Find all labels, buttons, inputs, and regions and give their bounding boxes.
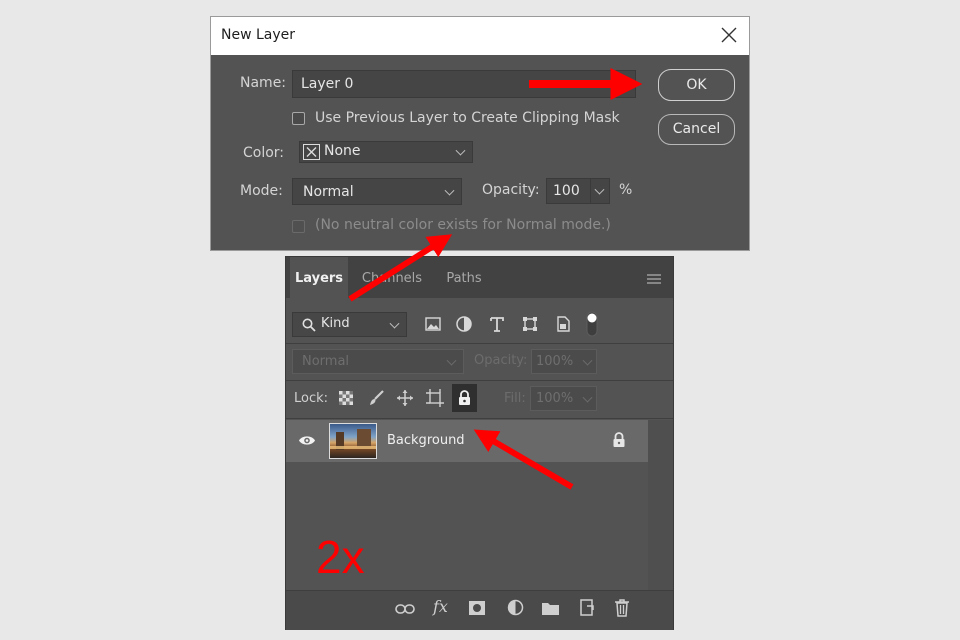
panel-tab-bar: Layers Channels Paths <box>286 257 673 298</box>
chevron-down-icon <box>389 318 400 329</box>
dialog-title: New Layer <box>221 27 296 43</box>
fill-field[interactable]: 100% <box>530 386 597 411</box>
opacity-unit: % <box>619 182 633 198</box>
panel-menu-icon[interactable] <box>646 273 662 285</box>
tab-layers-label: Layers <box>294 271 344 286</box>
fx-icon[interactable]: fx <box>433 597 448 616</box>
eye-icon[interactable] <box>298 434 316 447</box>
opacity-field-value: 100 <box>553 183 580 199</box>
layer-lock-icon <box>613 432 625 447</box>
chevron-down-icon <box>582 355 593 366</box>
folder-icon[interactable] <box>541 600 560 616</box>
lock-transparent-pixels-icon[interactable] <box>338 390 354 406</box>
lock-image-pixels-icon[interactable] <box>367 389 385 407</box>
chevron-down-icon <box>594 184 605 195</box>
close-icon[interactable] <box>717 23 741 47</box>
layer-name: Background <box>387 433 465 448</box>
shape-filter-icon[interactable] <box>521 315 539 333</box>
color-label: Color: <box>243 145 285 161</box>
tab-channels-label: Channels <box>361 271 423 286</box>
filter-kind-value: Kind <box>321 316 350 331</box>
tab-paths[interactable]: Paths <box>436 257 492 298</box>
mode-dropdown-value: Normal <box>303 184 354 200</box>
tab-channels[interactable]: Channels <box>352 257 432 298</box>
adjustment-layer-icon[interactable] <box>507 599 524 616</box>
type-filter-icon[interactable] <box>488 315 506 333</box>
chevron-down-icon <box>446 355 457 366</box>
lock-artboard-icon[interactable] <box>425 388 445 408</box>
fill-value: 100% <box>536 391 574 406</box>
filter-toggle-icon[interactable] <box>586 311 598 337</box>
lock-position-icon[interactable] <box>396 389 414 407</box>
tab-paths-label: Paths <box>446 271 482 286</box>
trash-icon[interactable] <box>614 599 630 617</box>
adjustment-filter-icon[interactable] <box>455 315 473 333</box>
lock-label: Lock: <box>294 391 329 406</box>
layers-bottom-toolbar: fx <box>286 590 673 630</box>
filter-kind-dropdown[interactable]: Kind <box>292 312 407 337</box>
add-mask-icon[interactable] <box>468 600 486 616</box>
panel-opacity-label: Opacity: <box>474 353 528 368</box>
mode-label: Mode: <box>240 183 283 199</box>
cancel-button[interactable]: Cancel <box>658 114 735 145</box>
panel-opacity-field[interactable]: 100% <box>531 349 597 374</box>
neutral-color-label: (No neutral color exists for Normal mode… <box>315 217 611 233</box>
cancel-button-label: Cancel <box>672 121 721 137</box>
search-icon <box>302 318 316 332</box>
link-layers-icon[interactable] <box>395 602 415 616</box>
ok-button-label: OK <box>686 77 707 93</box>
smart-object-filter-icon[interactable] <box>554 315 572 333</box>
new-layer-icon[interactable] <box>578 599 595 616</box>
lock-all-button[interactable] <box>452 384 477 412</box>
dialog-titlebar: New Layer <box>211 17 749 55</box>
chevron-down-icon <box>444 185 455 196</box>
fill-label: Fill: <box>504 391 526 406</box>
mode-dropdown[interactable]: Normal <box>292 178 462 205</box>
ok-button[interactable]: OK <box>658 69 735 101</box>
layer-row-background[interactable]: Background <box>286 420 648 462</box>
annotation-2x: 2x <box>316 531 365 583</box>
clipping-mask-label: Use Previous Layer to Create Clipping Ma… <box>315 110 620 126</box>
new-layer-dialog: New Layer Name: Layer 0 OK Cancel Use Pr… <box>211 17 749 250</box>
none-color-icon <box>303 144 320 160</box>
neutral-color-checkbox <box>292 220 305 233</box>
pixel-filter-icon[interactable] <box>424 315 442 333</box>
opacity-field[interactable]: 100 <box>546 178 610 204</box>
blend-mode-value: Normal <box>302 354 350 369</box>
color-dropdown[interactable]: None <box>299 141 473 163</box>
name-label: Name: <box>240 75 287 91</box>
panel-opacity-value: 100% <box>536 354 574 369</box>
chevron-down-icon <box>582 392 593 403</box>
tab-layers[interactable]: Layers <box>290 257 348 298</box>
chevron-down-icon <box>455 145 466 156</box>
color-dropdown-value: None <box>324 143 361 159</box>
lock-all-icon <box>459 390 470 405</box>
layers-scrollbar[interactable] <box>648 420 673 590</box>
opacity-label: Opacity: <box>482 182 540 198</box>
name-field[interactable]: Layer 0 <box>292 70 636 98</box>
layer-thumbnail <box>329 423 377 459</box>
name-field-value: Layer 0 <box>301 76 354 92</box>
clipping-mask-checkbox[interactable] <box>292 112 305 125</box>
blend-mode-dropdown[interactable]: Normal <box>292 349 464 374</box>
